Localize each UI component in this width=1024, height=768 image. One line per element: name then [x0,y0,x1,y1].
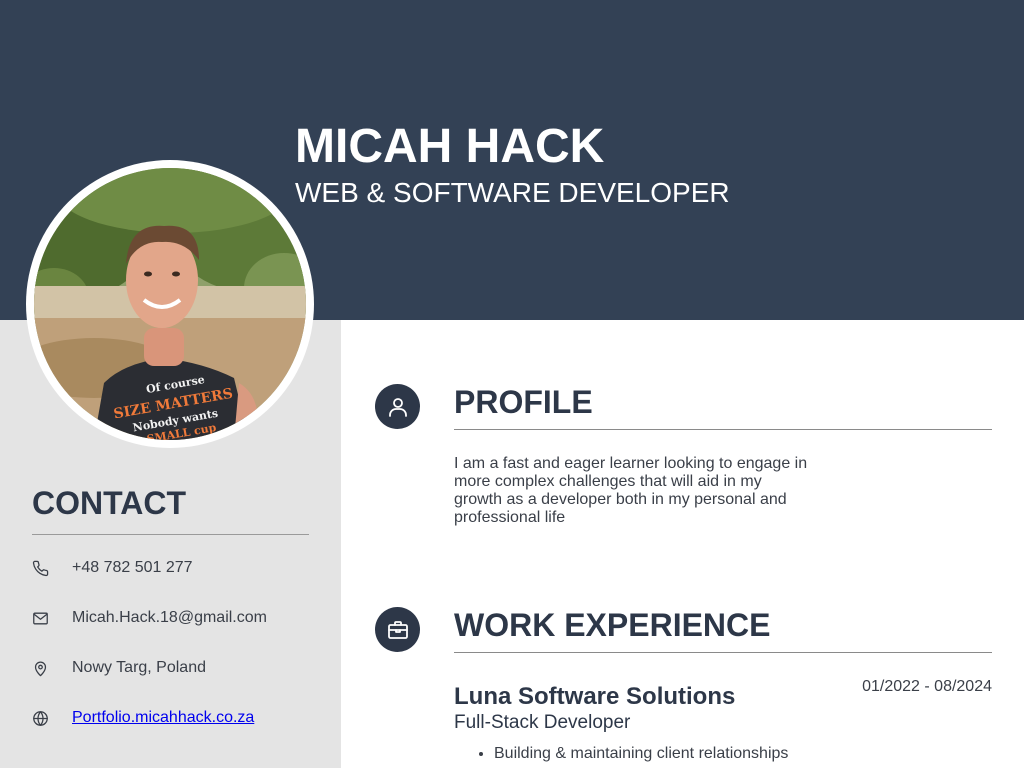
profile-photo-image: Of course SIZE MATTERS Nobody wants A SM… [34,168,306,440]
profile-section-badge [375,384,420,429]
contact-heading: CONTACT [32,485,187,521]
candidate-title: WEB & SOFTWARE DEVELOPER [295,177,730,208]
briefcase-icon [387,620,408,639]
candidate-name: MICAH HACK [295,120,605,173]
profile-summary: I am a fast and eager learner looking to… [454,455,808,526]
profile-heading: PROFILE [454,384,593,420]
job-role: Full-Stack Developer [454,712,631,733]
work-experience-divider [454,652,992,653]
contact-divider [32,534,309,535]
user-icon [388,397,407,417]
portfolio-link[interactable]: Portfolio.micahhack.co.za [72,709,254,727]
profile-photo: Of course SIZE MATTERS Nobody wants A SM… [26,160,314,448]
job-company: Luna Software Solutions [454,683,736,710]
profile-divider [454,429,992,430]
job-dates: 01/2022 - 08/2024 [862,678,992,695]
mail-icon [33,612,48,624]
map-pin-icon [34,661,47,676]
contact-location-text: Nowy Targ, Poland [72,659,206,676]
work-section-badge [375,607,420,652]
contact-location: Nowy Targ, Poland [32,656,322,680]
contact-phone: +48 782 501 277 [32,556,322,580]
globe-icon [33,710,48,726]
phone-icon [32,560,49,576]
resume-page: MICAH HACK WEB & SOFTWARE DEVELOPER Of c… [0,0,1024,768]
job-bullet-list: Building & maintaining client relationsh… [454,744,788,764]
job-bullet: Building & maintaining client relationsh… [494,744,788,764]
work-experience-heading: WORK EXPERIENCE [454,607,771,643]
contact-website: Portfolio.micahhack.co.za [32,706,322,730]
contact-email-text: Micah.Hack.18@gmail.com [72,609,267,626]
contact-phone-text: +48 782 501 277 [72,559,193,576]
contact-email: Micah.Hack.18@gmail.com [32,606,322,630]
